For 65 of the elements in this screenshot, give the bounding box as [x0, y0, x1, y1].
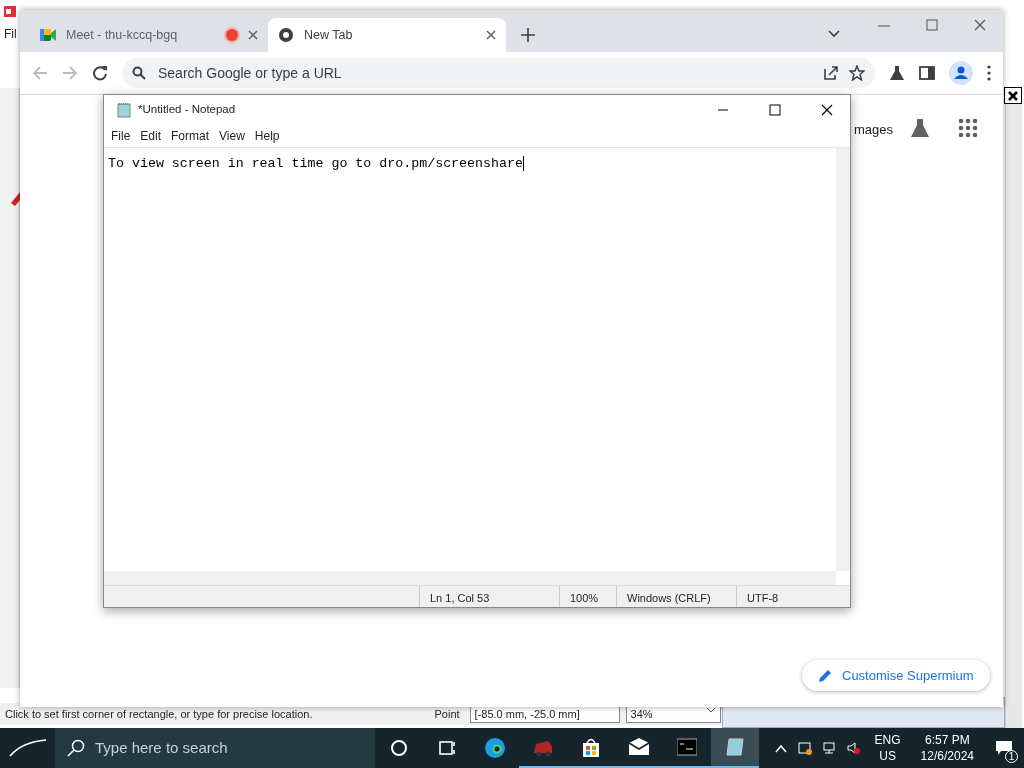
clock[interactable]: 6:57 PM 12/6/2024	[920, 731, 974, 765]
menu-icon[interactable]	[987, 65, 991, 81]
status-text: UTF-8	[736, 586, 846, 607]
address-bar[interactable]: Search Google or type a URL	[122, 58, 875, 88]
swoosh-icon	[7, 738, 48, 758]
status-text: Ln 1, Col 53	[419, 586, 559, 607]
task-view-icon	[437, 738, 457, 758]
speaker-muted-icon[interactable]	[845, 741, 860, 755]
close-icon[interactable]	[486, 30, 496, 40]
reload-icon[interactable]	[92, 65, 108, 81]
close-icon[interactable]	[821, 104, 833, 116]
status-text: Click to set first corner of rectangle, or type for precise location.	[5, 706, 313, 722]
close-button[interactable]	[1004, 87, 1022, 104]
network-icon[interactable]	[821, 741, 836, 755]
notepad-icon	[116, 102, 132, 118]
search-field[interactable]: Type here to search	[55, 728, 375, 768]
notepad-icon	[725, 737, 745, 757]
security-icon[interactable]	[797, 741, 812, 755]
scrollbar[interactable]	[1005, 104, 1022, 728]
pencil-icon	[818, 668, 832, 683]
date-text: 12/6/2024	[920, 748, 974, 765]
globe-icon	[278, 27, 294, 43]
time-text: 6:57 PM	[923, 731, 971, 748]
vertical-scrollbar[interactable]	[836, 148, 850, 571]
flask-icon[interactable]	[910, 118, 930, 138]
app-logo-icon	[3, 4, 17, 18]
language-indicator[interactable]: ENG US	[874, 731, 901, 765]
region-text: US	[878, 748, 897, 765]
terminal-icon	[677, 737, 697, 757]
horizontal-scrollbar[interactable]	[104, 571, 836, 585]
coord-label: Point	[434, 706, 460, 722]
images-link[interactable]: mages	[854, 120, 894, 140]
store-bag-icon	[581, 737, 601, 757]
share-icon[interactable]	[823, 65, 839, 81]
swirl-icon	[485, 738, 505, 758]
search-icon	[67, 739, 85, 757]
window-title: *Untitled - Notepad	[138, 102, 237, 118]
menu-item[interactable]: Help	[249, 127, 285, 145]
menu-item[interactable]: View	[214, 127, 250, 145]
browser-tab[interactable]: New Tab	[268, 18, 506, 52]
status-text: 100%	[559, 586, 616, 607]
circle-icon	[389, 738, 409, 758]
plus-icon[interactable]	[521, 28, 535, 42]
close-icon	[1008, 90, 1018, 101]
search-icon	[132, 66, 146, 80]
avatar-icon[interactable]	[949, 61, 973, 85]
customise-button[interactable]: Customise Supermium	[802, 660, 990, 691]
menu-item[interactable]: Fil	[4, 25, 17, 43]
status-text: Windows (CRLF)	[616, 586, 736, 607]
star-icon[interactable]	[849, 65, 865, 81]
menu-item[interactable]: File	[106, 127, 136, 145]
browser-tab[interactable]: Meet - thu-kccq-bgq	[30, 18, 268, 52]
envelope-icon	[629, 737, 649, 757]
maximize-icon[interactable]	[769, 104, 781, 116]
notification-count: 1	[1005, 750, 1018, 763]
address-field[interactable]: Search Google or type a URL	[156, 61, 813, 85]
notification-button[interactable]: 1	[984, 728, 1024, 768]
menu-item[interactable]: Format	[166, 127, 215, 145]
flask-icon[interactable]	[889, 65, 905, 81]
language-text: ENG	[874, 731, 901, 748]
apps-grid-icon[interactable]	[958, 118, 978, 138]
menu-item[interactable]: Edit	[135, 127, 167, 145]
video-camera-icon	[40, 28, 56, 42]
side-panel-icon[interactable]	[919, 65, 935, 81]
document-text[interactable]: To view screen in real time go to dro.pm/screenshare	[108, 156, 524, 171]
